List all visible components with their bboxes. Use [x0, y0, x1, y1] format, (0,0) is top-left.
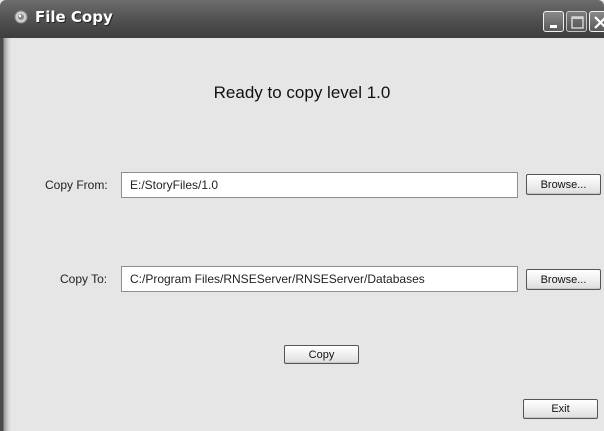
browse-from-button[interactable]: Browse...	[526, 174, 601, 195]
status-heading: Ready to copy level 1.0	[213, 83, 391, 102]
maximize-icon	[571, 16, 584, 29]
browse-to-button[interactable]: Browse...	[526, 269, 601, 290]
exit-button[interactable]: Exit	[523, 399, 598, 419]
close-icon	[594, 16, 604, 29]
copy-from-field[interactable]: E:/StoryFiles/1.0	[121, 172, 518, 198]
minimize-icon	[550, 25, 557, 28]
copy-from-label: Copy From:	[45, 178, 108, 192]
copy-to-label: Copy To:	[60, 272, 108, 286]
app-icon	[14, 10, 28, 24]
close-button[interactable]	[589, 11, 604, 32]
maximize-button[interactable]	[566, 11, 587, 32]
window-title: File Copy	[35, 8, 113, 26]
copy-to-field[interactable]: C:/Program Files/RNSEServer/RNSEServer/D…	[121, 266, 518, 292]
copy-button[interactable]: Copy	[284, 345, 359, 364]
minimize-button[interactable]	[543, 11, 564, 32]
file-copy-window: File Copy Ready to copy level 1.0 Copy F…	[0, 0, 604, 431]
title-bar[interactable]: File Copy	[0, 0, 604, 38]
